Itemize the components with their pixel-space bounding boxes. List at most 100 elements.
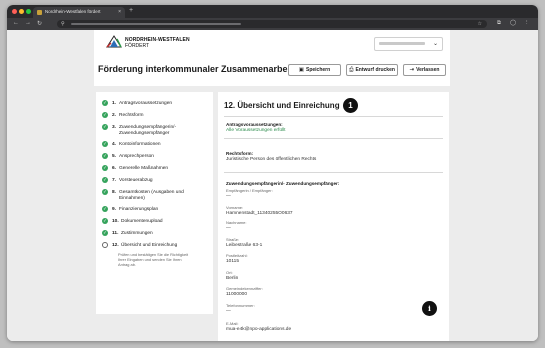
antrag-label: Antragsvoraussetzungen: <box>226 122 283 127</box>
leave-button-label: Verlassen <box>416 67 440 73</box>
forward-icon[interactable]: → <box>25 20 31 26</box>
telefon-value: — <box>226 309 231 314</box>
save-icon: ▣ <box>298 67 304 73</box>
zuwendung-label: Zuwendungsempfängerin/- Zuwendungsempfän… <box>226 181 340 186</box>
check-icon: ✓ <box>102 112 108 118</box>
browser-tab[interactable]: Nordrhein-Westfalen fördert × <box>33 7 125 18</box>
logo-subtitle: FÖRDERT <box>125 43 150 49</box>
divider <box>224 138 443 139</box>
print-draft-button[interactable]: ⎙ Entwurf drucken <box>346 64 398 76</box>
step-number: 9. <box>112 206 117 212</box>
step-number: 4. <box>112 141 117 147</box>
check-icon: ✓ <box>102 141 108 147</box>
print-draft-button-label: Entwurf drucken <box>355 67 395 73</box>
telefon-label: Telefonnummer: <box>226 303 255 308</box>
rechtsform-label: Rechtsform: <box>226 151 254 156</box>
check-icon: ✓ <box>102 230 108 236</box>
user-account-select[interactable]: ⌄ <box>374 37 443 51</box>
step-label: Übersicht und Einreichung <box>121 242 178 248</box>
minimize-window-button[interactable] <box>19 9 24 14</box>
check-icon: ✓ <box>102 100 108 106</box>
step-number: 1. <box>112 100 117 106</box>
antrag-value: Alle Voraussetzungen erfüllt <box>226 128 286 133</box>
nrw-logo-icon <box>106 35 122 48</box>
page-viewport: NORDRHEIN-WESTFALEN FÖRDERT ⌄ Förderung … <box>7 30 538 341</box>
step-number: 12. <box>112 242 119 248</box>
step-label: Generelle Maßnahmen <box>119 165 169 171</box>
ort-value: Berlin <box>226 276 239 281</box>
strasse-value: Leibestraße 63-1 <box>226 243 263 248</box>
reload-icon[interactable]: ↻ <box>37 20 42 27</box>
browser-menu-icon[interactable]: ⋮ <box>524 20 530 26</box>
page-title: Förderung interkommunaler Zusammenarbei.… <box>98 64 298 74</box>
close-window-button[interactable] <box>12 9 17 14</box>
rechtsform-value: Juristische Person des öffentlichen Rech… <box>226 157 317 162</box>
step-label-line2: Einnahmen) <box>119 195 145 201</box>
back-icon[interactable]: ← <box>13 20 19 26</box>
printer-icon: ⎙ <box>349 66 354 73</box>
check-icon: ✓ <box>102 124 108 130</box>
save-button[interactable]: ▣ Speichern <box>288 64 341 76</box>
step-label: Antragsvoraussetzungen <box>119 100 173 106</box>
profile-icon[interactable]: ◯ <box>510 20 516 26</box>
favicon-icon <box>37 10 42 15</box>
summary-panel: 12. Übersicht und Einreichung 1 Antragsv… <box>218 92 449 341</box>
step-label: Kontoinformationen <box>119 141 161 147</box>
step-number: 7. <box>112 177 117 183</box>
extensions-icon[interactable]: ⧉ <box>497 20 501 27</box>
email-value: mua-e4k@npo-applications.de <box>226 327 292 332</box>
info-icon[interactable]: i <box>422 301 437 316</box>
step-number: 11. <box>112 230 119 236</box>
strasse-label: Straße: <box>226 237 240 242</box>
step-badge: 1 <box>343 98 358 113</box>
step-number: 3. <box>112 124 117 130</box>
maximize-window-button[interactable] <box>26 9 31 14</box>
empfaenger-value: — <box>226 194 231 199</box>
divider <box>224 172 443 173</box>
browser-window: Nordrhein-Westfalen fördert × + ← → ↻ ⚲ … <box>7 5 538 341</box>
step-number: 2. <box>112 112 117 118</box>
step-number: 5. <box>112 153 117 159</box>
ort-label: Ort: <box>226 270 233 275</box>
step-label: Finanzierungsplan <box>119 206 159 212</box>
check-icon: ✓ <box>102 153 108 159</box>
chevron-down-icon: ⌄ <box>432 41 438 47</box>
new-tab-icon[interactable]: + <box>129 7 133 14</box>
check-icon: ✓ <box>102 189 108 195</box>
plz-value: 10115 <box>226 259 239 264</box>
nachname-label: Nachname: <box>226 220 247 225</box>
tab-title: Nordrhein-Westfalen fördert <box>45 9 101 14</box>
step-label-line1: Zuwendungsempfängerin/- <box>119 124 177 130</box>
tab-close-icon[interactable]: × <box>118 9 121 15</box>
save-button-label: Speichern <box>306 67 331 73</box>
nachname-value: — <box>226 226 231 231</box>
check-icon: ✓ <box>102 206 108 212</box>
section-title: 12. Übersicht und Einreichung <box>224 101 340 110</box>
site-info-icon[interactable]: ⚲ <box>61 21 65 27</box>
step-number: 10. <box>112 218 119 224</box>
address-bar[interactable]: ⚲ ☆ <box>57 20 487 28</box>
step-label: Zuwendungsempfängerin/- Zuwendungsempfäng… <box>119 125 209 137</box>
divider <box>224 116 443 117</box>
vorname-label: Vorname: <box>226 205 244 210</box>
url-text-redacted <box>71 23 241 25</box>
email-label: E-Mail: <box>226 321 239 326</box>
plz-label: Postleitzahl: <box>226 253 248 258</box>
empfaenger-label: Empfängerin / Empfänger: <box>226 188 273 193</box>
leave-button[interactable]: ⇥ Verlassen <box>403 64 446 76</box>
check-icon: ✓ <box>102 165 108 171</box>
gemeindekennziffer-value: 11000000 <box>226 292 247 297</box>
step-number: 6. <box>112 165 117 171</box>
step-label: Rechtsform <box>119 112 144 118</box>
browser-tab-strip: Nordrhein-Westfalen fördert × + <box>7 5 538 18</box>
user-name-redacted <box>379 42 425 45</box>
step-label-line1: Gesamtkosten (Ausgaben und <box>119 189 184 195</box>
circle-outline-icon <box>102 242 108 248</box>
current-step-description-3: Antrag ab. <box>118 262 136 267</box>
bookmark-star-icon[interactable]: ☆ <box>478 21 482 27</box>
exit-icon: ⇥ <box>409 67 415 73</box>
check-icon: ✓ <box>102 218 108 224</box>
gemeindekennziffer-label: Gemeindekennziffer: <box>226 286 263 291</box>
check-icon: ✓ <box>102 177 108 183</box>
step-label-line2: Zuwendungsempfänger <box>119 130 170 136</box>
